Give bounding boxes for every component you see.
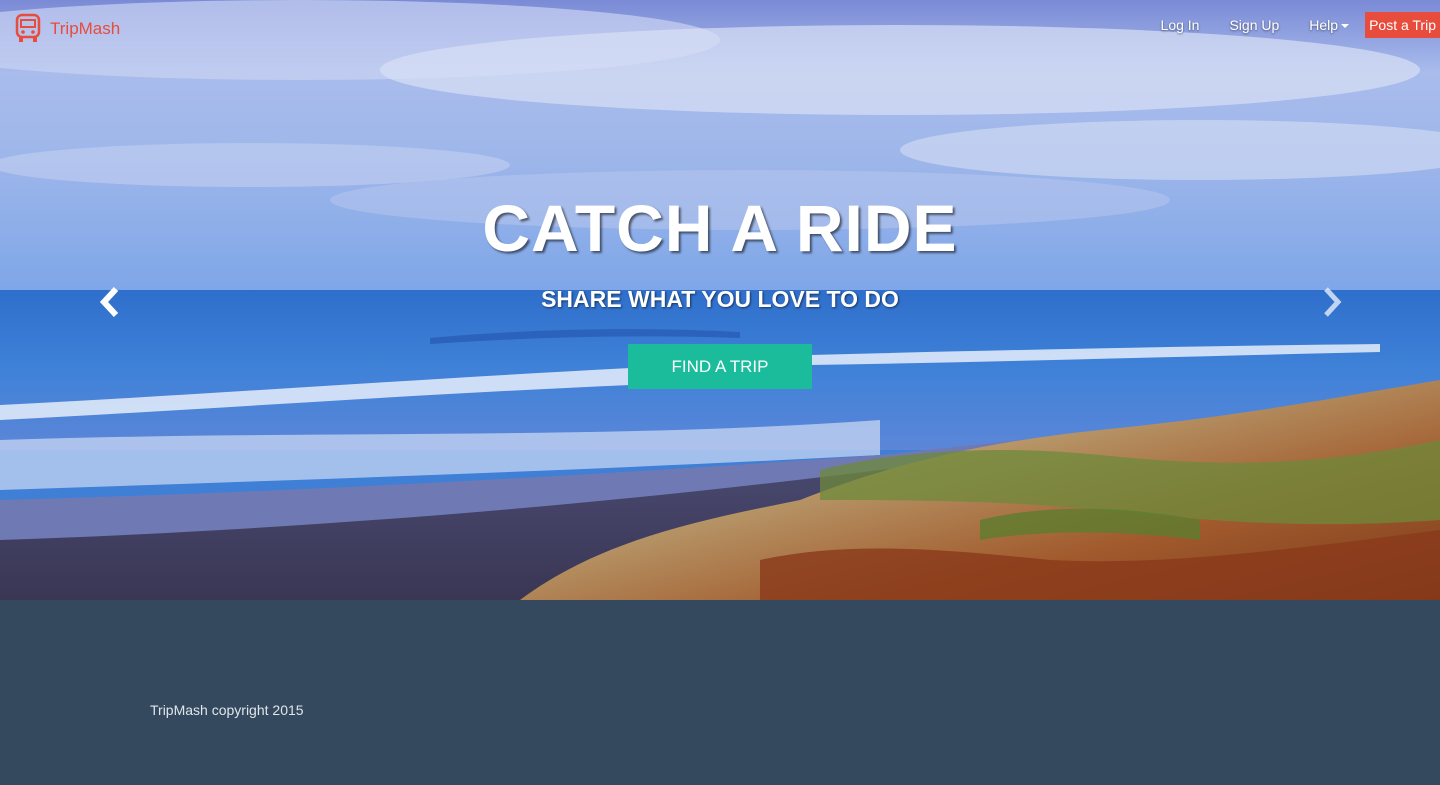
bus-icon <box>15 13 41 42</box>
footer: TripMash copyright 2015 <box>0 600 1440 785</box>
top-navbar: TripMash Log In Sign Up Help Post a Trip <box>0 0 1440 50</box>
post-trip-button[interactable]: Post a Trip <box>1365 12 1440 38</box>
hero-carousel: TripMash Log In Sign Up Help Post a Trip… <box>0 0 1440 600</box>
help-label: Help <box>1309 17 1339 33</box>
chevron-right-icon[interactable] <box>1318 285 1348 319</box>
nav-links: Log In Sign Up Help Post a Trip <box>1161 12 1440 38</box>
caret-down-icon <box>1341 24 1350 28</box>
chevron-left-icon[interactable] <box>94 285 124 319</box>
brand-name[interactable]: TripMash <box>50 14 120 44</box>
help-dropdown[interactable]: Help <box>1309 12 1350 38</box>
login-link[interactable]: Log In <box>1161 12 1200 38</box>
find-trip-button[interactable]: FIND A TRIP <box>628 344 812 389</box>
signup-link[interactable]: Sign Up <box>1229 12 1279 38</box>
footer-copyright: TripMash copyright 2015 <box>150 702 304 718</box>
brand-link[interactable]: TripMash <box>14 13 120 45</box>
hero-subtitle: SHARE WHAT YOU LOVE TO DO <box>541 286 899 312</box>
hero-title: CATCH A RIDE <box>482 191 958 265</box>
